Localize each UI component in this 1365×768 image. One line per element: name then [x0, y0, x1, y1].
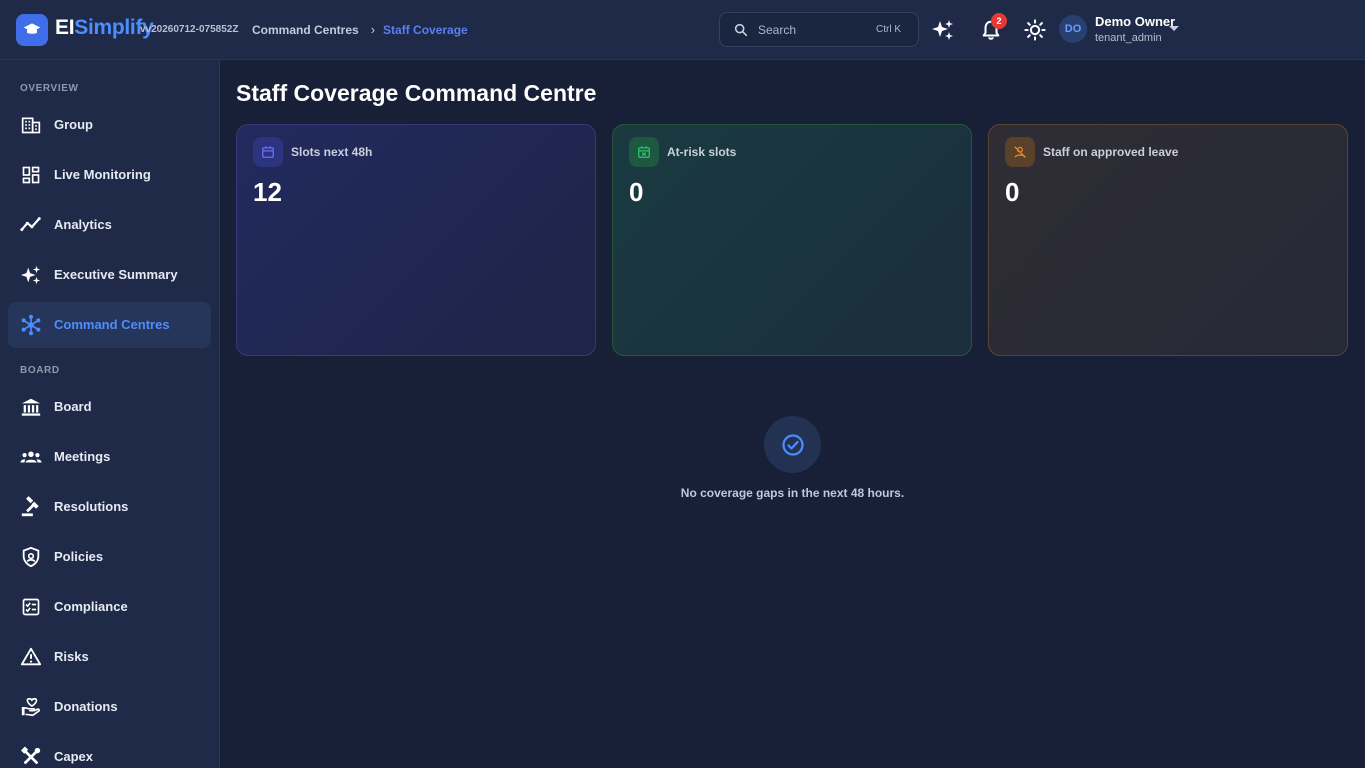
sidebar-item-label: Risks	[54, 649, 89, 664]
graduation-cap-icon	[23, 23, 41, 34]
ai-sparkle-button[interactable]	[930, 17, 956, 43]
stat-card-value: 12	[253, 177, 282, 207]
breadcrumb-staff-coverage: Staff Coverage	[383, 22, 468, 37]
brand-name[interactable]: EISimplify	[55, 16, 154, 40]
sidebar-item-policies[interactable]: Policies	[8, 534, 211, 580]
sidebar: OVERVIEW Group Live Monitoring Analytics…	[0, 60, 220, 768]
sidebar-item-executive-summary[interactable]: Executive Summary	[8, 252, 211, 298]
empty-state-badge	[764, 416, 821, 473]
sidebar-item-capex[interactable]: Capex	[8, 734, 211, 768]
app-logo[interactable]	[16, 14, 48, 46]
group-icon	[20, 446, 42, 468]
brand-prefix: EI	[55, 16, 75, 39]
sidebar-item-label: Policies	[54, 549, 104, 564]
sidebar-item-label: Command Centres	[54, 317, 170, 332]
empty-state-message: No coverage gaps in the next 48 hours.	[680, 486, 905, 500]
sidebar-item-label: Meetings	[54, 449, 111, 464]
section-board: BOARD	[20, 365, 60, 376]
donation-icon	[20, 696, 42, 718]
stat-card-value: 0	[629, 177, 644, 207]
search-placeholder: Search	[758, 23, 797, 37]
top-bar: EISimplify vv20260712-075852Z Command Ce…	[0, 0, 1365, 60]
bank-icon	[20, 396, 42, 418]
trend-icon	[20, 214, 42, 236]
sidebar-item-compliance[interactable]: Compliance	[8, 584, 211, 630]
sidebar-item-group[interactable]: Group	[8, 102, 211, 148]
search-icon	[734, 23, 748, 37]
chevron-down-icon[interactable]	[1168, 25, 1180, 33]
sparkle-icon	[20, 264, 42, 286]
sidebar-item-label: Resolutions	[54, 499, 129, 514]
breadcrumb: Command Centres › Staff Coverage	[252, 22, 468, 37]
page-title: Staff Coverage Command Centre	[236, 80, 597, 106]
hub-icon	[20, 314, 42, 336]
user-name[interactable]: Demo Owner	[1095, 14, 1175, 29]
building-icon	[20, 114, 42, 136]
stat-card-label: Staff on approved leave	[1043, 145, 1179, 159]
shield-icon	[20, 546, 42, 568]
stat-card-at-risk: At-risk slots 0	[612, 124, 972, 356]
stat-card-label: Slots next 48h	[291, 145, 373, 159]
search-input[interactable]: Search Ctrl K	[719, 12, 919, 47]
warning-icon	[20, 646, 42, 668]
sun-icon	[1024, 19, 1046, 41]
check-circle-icon	[781, 433, 804, 456]
sidebar-item-analytics[interactable]: Analytics	[8, 202, 211, 248]
stat-card-value: 0	[1005, 177, 1020, 207]
sidebar-item-command-centres[interactable]: Command Centres	[8, 302, 211, 348]
user-role: tenant_admin	[1095, 32, 1162, 44]
sidebar-item-label: Donations	[54, 699, 118, 714]
sidebar-item-board[interactable]: Board	[8, 384, 211, 430]
sidebar-item-label: Group	[54, 117, 93, 132]
sidebar-item-donations[interactable]: Donations	[8, 684, 211, 730]
stat-card-leave: Staff on approved leave 0	[988, 124, 1348, 356]
sidebar-item-label: Live Monitoring	[54, 167, 151, 182]
stat-card-slots: Slots next 48h 12	[236, 124, 596, 356]
calendar-x-icon	[629, 137, 659, 167]
sidebar-item-label: Capex	[54, 749, 94, 764]
sidebar-item-label: Compliance	[54, 599, 128, 614]
calendar-icon	[253, 137, 283, 167]
sidebar-item-resolutions[interactable]: Resolutions	[8, 484, 211, 530]
search-shortcut: Ctrl K	[876, 24, 901, 35]
sidebar-item-label: Analytics	[54, 217, 112, 232]
sidebar-item-meetings[interactable]: Meetings	[8, 434, 211, 480]
theme-toggle-button[interactable]	[1022, 17, 1048, 43]
sidebar-item-live-monitoring[interactable]: Live Monitoring	[8, 152, 211, 198]
avatar[interactable]: DO	[1059, 15, 1087, 43]
notification-badge: 2	[991, 13, 1007, 29]
sidebar-item-label: Board	[54, 399, 92, 414]
sidebar-item-risks[interactable]: Risks	[8, 634, 211, 680]
stat-card-label: At-risk slots	[667, 145, 737, 159]
sparkle-icon	[932, 20, 953, 40]
sidebar-item-label: Executive Summary	[54, 267, 178, 282]
section-overview: OVERVIEW	[20, 83, 79, 94]
tools-icon	[20, 746, 42, 768]
checklist-icon	[20, 596, 42, 618]
version-label: vv20260712-075852Z	[140, 24, 239, 35]
gavel-icon	[20, 496, 42, 518]
breadcrumb-command-centres[interactable]: Command Centres	[252, 23, 359, 37]
chevron-right-icon: ›	[370, 22, 376, 37]
dashboard-icon	[20, 164, 42, 186]
person-off-icon	[1005, 137, 1035, 167]
